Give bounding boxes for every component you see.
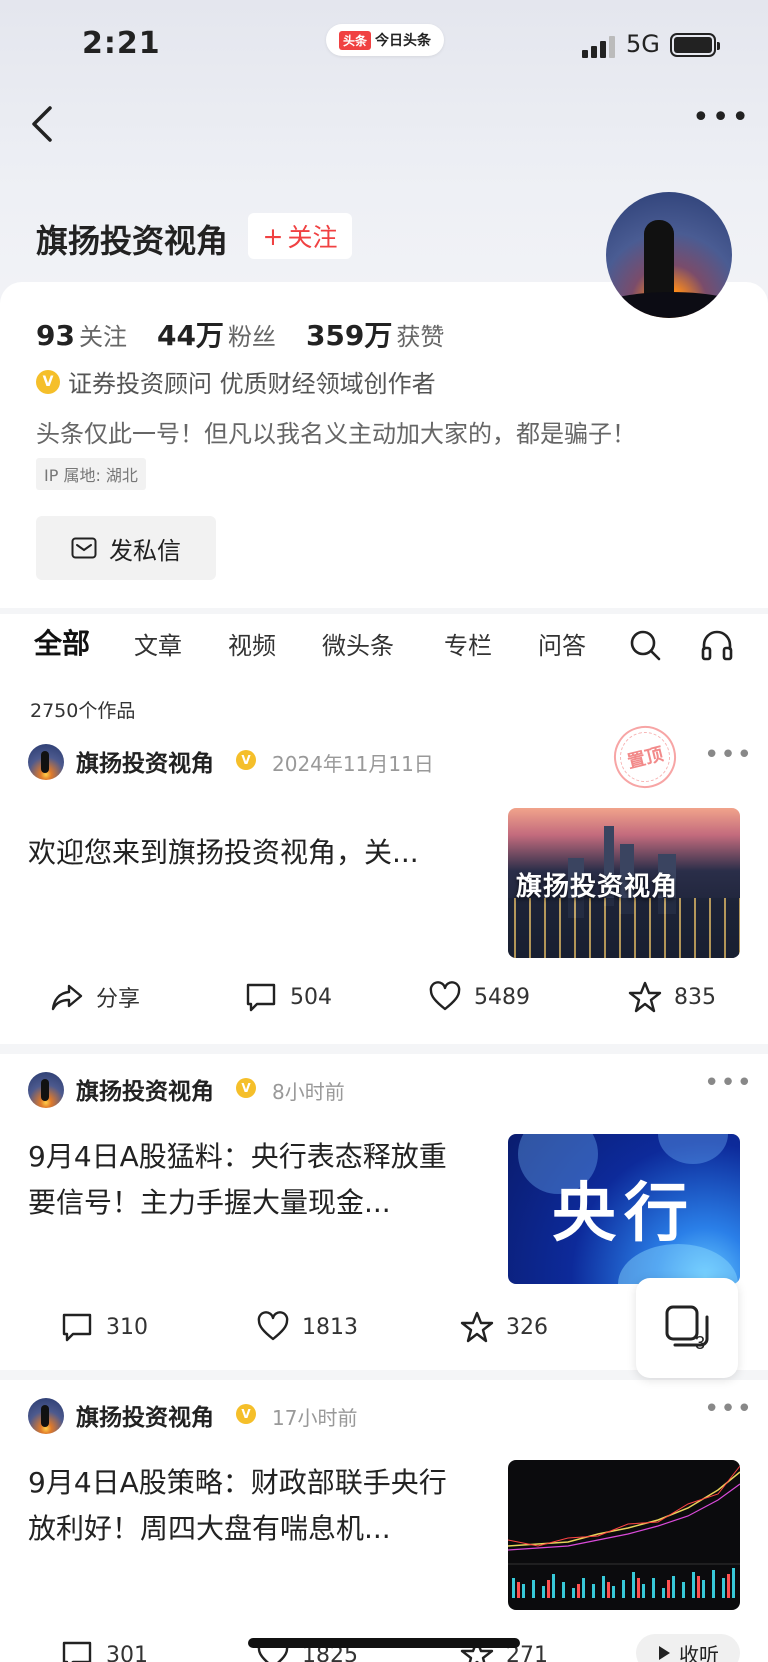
home-indicator[interactable] [248, 1638, 520, 1648]
tab-columns[interactable]: 专栏 [444, 626, 492, 661]
status-time: 2:21 [82, 26, 161, 61]
comment-icon [246, 983, 276, 1012]
post-date: 2024年11月11日 [272, 752, 434, 776]
profile-name: 旗扬投资视角 [36, 222, 229, 260]
post-more-icon[interactable]: ••• [704, 1068, 753, 1098]
comment-icon [62, 1641, 92, 1662]
post-author[interactable]: 旗扬投资视角 [76, 744, 214, 778]
avatar[interactable] [606, 192, 732, 318]
app-name: 今日头条 [375, 33, 431, 49]
profile-bio: 头条仅此一号！但凡以我名义主动加大家的，都是骗子！ [36, 420, 636, 448]
signal-icon [582, 36, 618, 58]
post-date: 17小时前 [272, 1406, 358, 1430]
comment-button[interactable]: 301 [60, 1638, 148, 1662]
listen-button[interactable]: 收听 [636, 1634, 740, 1662]
star-icon [628, 981, 662, 1013]
mail-icon [71, 537, 97, 559]
post-avatar[interactable] [28, 744, 64, 780]
post-author[interactable]: 旗扬投资视角 [76, 1398, 214, 1432]
send-message-label: 发私信 [109, 536, 181, 565]
play-icon [659, 1646, 670, 1660]
thumbnail-caption: 央行 [552, 1176, 696, 1251]
back-icon[interactable] [24, 100, 64, 148]
post-more-icon[interactable]: ••• [704, 740, 753, 770]
post-actions: 分享 504 5489 835 [0, 980, 768, 1030]
post-thumbnail[interactable] [508, 1460, 740, 1610]
verification-text: 证券投资顾问 优质财经领域创作者 [68, 370, 436, 398]
heart-icon [429, 981, 461, 1011]
tab-articles[interactable]: 文章 [134, 626, 182, 661]
network-type: 5G [626, 30, 660, 58]
works-count: 2750个作品 [30, 700, 136, 722]
tab-qa[interactable]: 问答 [538, 626, 586, 661]
tab-videos[interactable]: 视频 [228, 626, 276, 661]
post-author[interactable]: 旗扬投资视角 [76, 1072, 214, 1106]
verification-line: V 证券投资顾问 优质财经领域创作者 [36, 364, 436, 399]
send-message-button[interactable]: 发私信 [36, 516, 216, 580]
favorite-button[interactable]: 835 [628, 980, 716, 1014]
stat-fans[interactable]: 44万 粉丝 [157, 314, 276, 354]
plus-icon: + [262, 221, 284, 251]
post-thumbnail[interactable]: 央行 [508, 1134, 740, 1284]
comment-icon [62, 1313, 92, 1342]
share-icon [51, 984, 83, 1011]
app-pill: 头条 今日头条 [326, 24, 444, 56]
post-thumbnail[interactable]: 旗扬投资视角 [508, 808, 740, 958]
verified-badge-icon: V [236, 750, 256, 770]
feed-post[interactable]: 旗扬投资视角 V 17小时前 ••• 9月4日A股策略：财政部联手央行放利好！周… [0, 1380, 768, 1662]
stat-likes[interactable]: 359万 获赞 [306, 314, 444, 354]
comment-button[interactable]: 504 [244, 980, 332, 1014]
post-date: 8小时前 [272, 1080, 345, 1104]
like-button[interactable]: 1813 [256, 1310, 358, 1344]
svg-text:3: 3 [695, 1333, 705, 1353]
more-options-icon[interactable]: ••• [692, 103, 749, 138]
listen-label: 收听 [679, 1642, 719, 1662]
favorite-button[interactable]: 326 [460, 1310, 548, 1344]
thumbnail-caption: 旗扬投资视角 [516, 872, 679, 902]
multi-window-button[interactable]: 3 [636, 1278, 738, 1378]
verified-badge-icon: V [236, 1404, 256, 1424]
verified-badge-icon: V [236, 1078, 256, 1098]
post-title[interactable]: 9月4日A股策略：财政部联手央行放利好！周四大盘有喘息机... [28, 1460, 468, 1552]
ip-location: IP 属地: 湖北 [36, 458, 146, 490]
comment-button[interactable]: 310 [60, 1310, 148, 1344]
copy-windows-icon: 3 [665, 1305, 709, 1353]
tab-all[interactable]: 全部 [34, 622, 90, 662]
search-icon[interactable] [628, 628, 662, 662]
pinned-stamp: 置顶 [607, 719, 683, 795]
feed-post[interactable]: 旗扬投资视角 V 2024年11月11日 置顶 ••• 欢迎您来到旗扬投资视角，… [0, 719, 768, 1044]
post-title[interactable]: 9月4日A股猛料：央行表态释放重要信号！主力手握大量现金... [28, 1134, 468, 1226]
works-count-row: 2750个作品 [0, 676, 768, 726]
profile-card: 93 关注 44万 粉丝 359万 获赞 V 证券投资顾问 优质财经领域创作者 头条仅… [0, 282, 768, 608]
follow-button[interactable]: + 关注 [248, 213, 352, 259]
star-icon [460, 1311, 494, 1343]
post-more-icon[interactable]: ••• [704, 1394, 753, 1424]
follow-label: 关注 [287, 223, 338, 252]
verified-badge-icon: V [36, 369, 60, 394]
like-button[interactable]: 5489 [428, 980, 530, 1014]
share-button[interactable]: 分享 [50, 980, 140, 1014]
post-title[interactable]: 欢迎您来到旗扬投资视角，关... [28, 830, 468, 876]
heart-icon [257, 1311, 289, 1341]
post-avatar[interactable] [28, 1398, 64, 1434]
tab-micro-posts[interactable]: 微头条 [322, 626, 394, 661]
status-bar: 2:21 头条 今日头条 5G [0, 24, 768, 64]
headphones-icon[interactable] [700, 628, 734, 662]
profile-stats: 93 关注 44万 粉丝 359万 获赞 [36, 314, 444, 354]
content-tabs: 全部 文章 视频 微头条 专栏 问答 [0, 614, 768, 676]
app-tag: 头条 [338, 30, 371, 50]
battery-icon [670, 33, 720, 57]
stat-following[interactable]: 93 关注 [36, 317, 127, 352]
stock-chart-thumbnail [508, 1465, 740, 1598]
post-avatar[interactable] [28, 1072, 64, 1108]
